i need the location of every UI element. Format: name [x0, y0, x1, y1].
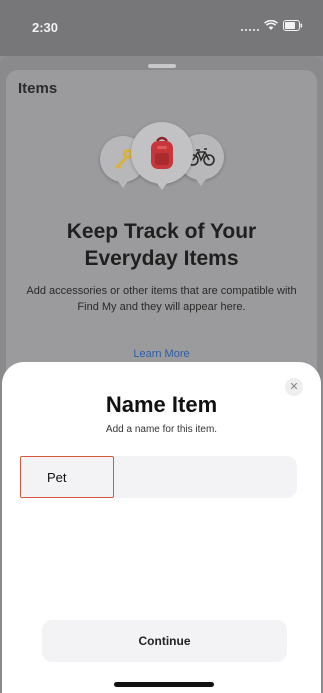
key-pin-tail	[117, 180, 129, 188]
bicycle-pin-tail	[195, 178, 207, 186]
items-title: Items	[18, 80, 58, 97]
name-field[interactable]	[20, 456, 297, 498]
items-illustration	[0, 118, 323, 208]
learn-more-link[interactable]: Learn More	[0, 348, 323, 360]
empty-state-heading: Keep Track of Your Everyday Items	[66, 220, 257, 270]
wifi-icon	[264, 20, 278, 31]
status-bar: 2:30	[0, 0, 323, 56]
sheet-grabber[interactable]	[148, 64, 176, 68]
backpack-icon	[151, 136, 173, 169]
empty-state-body: Add accessories or other items that are …	[26, 285, 297, 313]
modal-subtitle: Add a name for this item.	[105, 424, 218, 435]
modal-title: Name Item	[105, 392, 218, 417]
name-item-sheet: ✕ Name Item Add a name for this item. Co…	[2, 362, 321, 693]
home-indicator	[114, 682, 214, 687]
status-icons	[241, 20, 303, 31]
name-input[interactable]	[20, 456, 114, 498]
signal-icon	[241, 21, 259, 31]
continue-button[interactable]: Continue	[42, 620, 287, 662]
backpack-pin	[131, 122, 193, 184]
screen: 2:30 Items Keep Track of Your Everyday I…	[0, 0, 323, 693]
battery-icon	[283, 20, 303, 31]
status-time: 2:30	[32, 20, 59, 35]
backpack-pin-tail	[156, 182, 168, 190]
